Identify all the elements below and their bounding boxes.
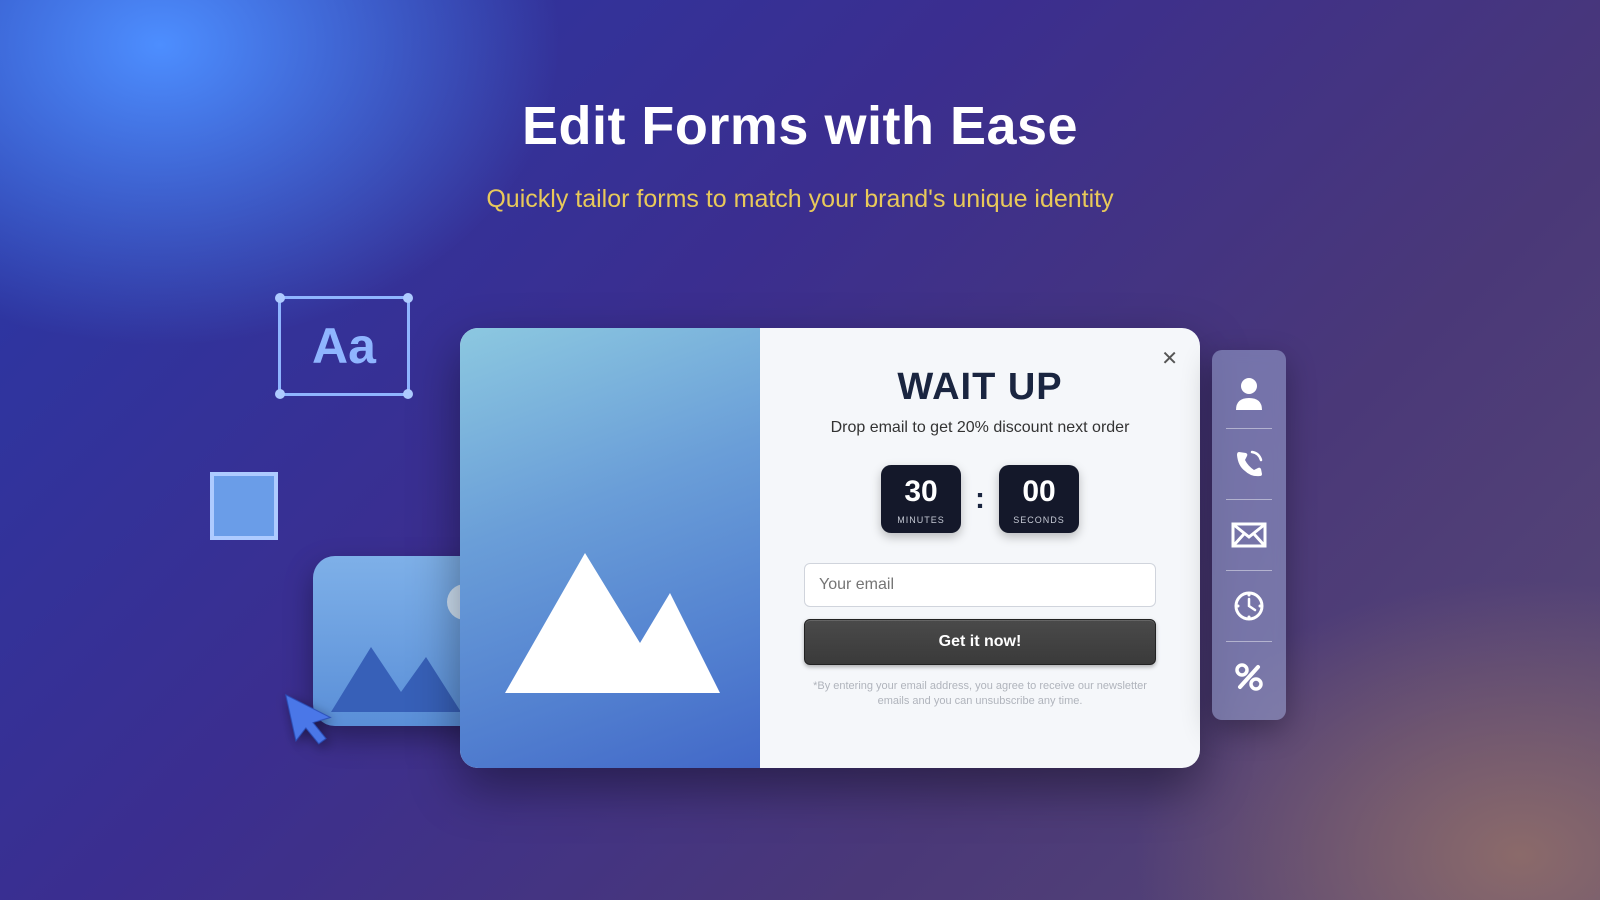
sidebar-item-percent[interactable] <box>1212 648 1286 706</box>
hero-section: Edit Forms with Ease Quickly tailor form… <box>0 0 1600 214</box>
divider <box>1226 499 1272 500</box>
tool-sidebar <box>1212 350 1286 720</box>
sidebar-item-clock[interactable] <box>1212 577 1286 635</box>
countdown-minutes-label: MINUTES <box>881 515 961 525</box>
mountains-icon <box>495 533 725 703</box>
countdown-seconds-box: 00 SECONDS <box>999 465 1079 533</box>
divider <box>1226 641 1272 642</box>
text-element[interactable]: Aa <box>278 296 410 396</box>
disclaimer-text: *By entering your email address, you agr… <box>804 679 1156 710</box>
email-field[interactable] <box>804 563 1156 607</box>
countdown-seconds-value: 00 <box>999 477 1079 507</box>
form-modal: ✕ WAIT UP Drop email to get 20% discount… <box>460 328 1200 768</box>
modal-subheading: Drop email to get 20% discount next orde… <box>804 419 1156 437</box>
user-icon <box>1234 376 1264 410</box>
shape-element[interactable] <box>210 472 278 540</box>
countdown-timer: 30 MINUTES : 00 SECONDS <box>804 465 1156 533</box>
resize-handle-icon[interactable] <box>403 293 413 303</box>
sidebar-item-phone[interactable] <box>1212 435 1286 493</box>
page-title: Edit Forms with Ease <box>0 95 1600 157</box>
divider <box>1226 570 1272 571</box>
sidebar-item-mail[interactable] <box>1212 506 1286 564</box>
close-icon: ✕ <box>1161 348 1178 370</box>
resize-handle-icon[interactable] <box>275 389 285 399</box>
text-element-label: Aa <box>312 317 376 375</box>
modal-image-panel <box>460 328 760 768</box>
resize-handle-icon[interactable] <box>275 293 285 303</box>
submit-button[interactable]: Get it now! <box>804 619 1156 665</box>
clock-icon <box>1233 590 1265 622</box>
countdown-separator: : <box>975 482 985 516</box>
modal-heading: WAIT UP <box>804 366 1156 409</box>
mail-icon <box>1231 522 1267 548</box>
cursor-icon <box>275 681 345 752</box>
percent-icon <box>1233 661 1265 693</box>
countdown-seconds-label: SECONDS <box>999 515 1079 525</box>
page-subtitle: Quickly tailor forms to match your brand… <box>0 185 1600 214</box>
resize-handle-icon[interactable] <box>403 389 413 399</box>
close-button[interactable]: ✕ <box>1161 346 1178 371</box>
countdown-minutes-value: 30 <box>881 477 961 507</box>
modal-content-panel: ✕ WAIT UP Drop email to get 20% discount… <box>760 328 1200 768</box>
countdown-minutes-box: 30 MINUTES <box>881 465 961 533</box>
sidebar-item-user[interactable] <box>1212 364 1286 422</box>
phone-icon <box>1233 448 1265 480</box>
divider <box>1226 428 1272 429</box>
